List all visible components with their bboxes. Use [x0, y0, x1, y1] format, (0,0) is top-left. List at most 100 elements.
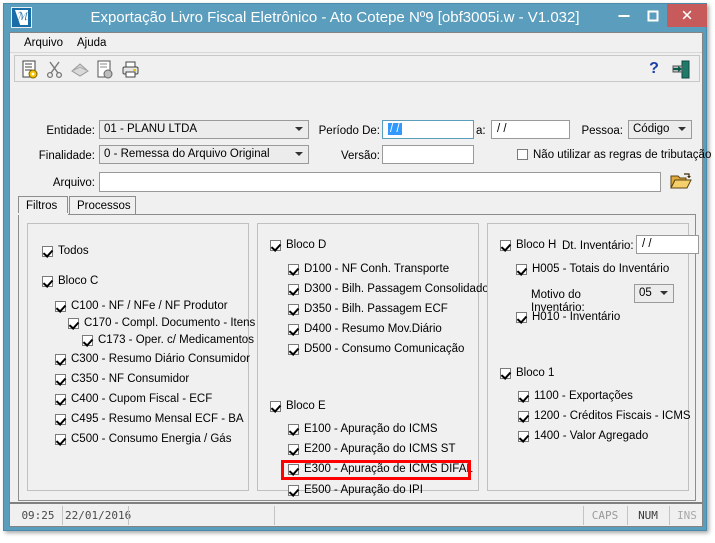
- d500-checkbox[interactable]: [288, 344, 299, 355]
- tab-page-filtros: Todos Bloco C C100 - NF / NFe / NF Produ…: [18, 214, 699, 501]
- status-ins: INS: [677, 509, 697, 522]
- bloco-c-checkbox[interactable]: [42, 276, 53, 287]
- dt-inventario-input[interactable]: / /: [636, 235, 699, 254]
- c350-checkbox[interactable]: [55, 374, 66, 385]
- bloco-e-checkbox[interactable]: [270, 401, 281, 412]
- periodo-a-label: a:: [476, 125, 486, 137]
- close-button[interactable]: ✕: [667, 4, 707, 27]
- status-separator: [62, 506, 63, 525]
- d350-label: D350 - Bilh. Passagem ECF: [304, 303, 448, 315]
- periodo-de-input[interactable]: / /: [382, 120, 474, 139]
- minimize-icon: [618, 14, 629, 17]
- exit-icon[interactable]: [670, 59, 692, 80]
- arquivo-label: Arquivo:: [52, 177, 95, 189]
- close-icon: ✕: [680, 7, 694, 24]
- entidade-label: Entidade:: [46, 125, 95, 137]
- application-window: ℳ Exportação Livro Fiscal Eletrônico - A…: [3, 3, 711, 531]
- bloco-h-checkbox[interactable]: [500, 240, 511, 251]
- help-button[interactable]: ?: [645, 59, 663, 80]
- minimize-button[interactable]: [609, 4, 638, 27]
- c173-label: C173 - Oper. c/ Medicamentos: [98, 334, 254, 346]
- item-1100-label: 1100 - Exportações: [534, 390, 633, 402]
- motivo-inventario-select[interactable]: 05: [634, 284, 674, 303]
- arquivo-input[interactable]: [99, 172, 661, 192]
- nao-utilizar-regras-label: Não utilizar as regras de tributação: [533, 149, 712, 161]
- c500-checkbox[interactable]: [55, 434, 66, 445]
- e300-checkbox[interactable]: [288, 464, 299, 475]
- bloco-h-label: Bloco H: [516, 239, 557, 251]
- bloco-1-label: Bloco 1: [516, 367, 555, 379]
- d100-checkbox[interactable]: [288, 264, 299, 275]
- maximize-button[interactable]: [638, 4, 667, 27]
- c400-checkbox[interactable]: [55, 394, 66, 405]
- item-1400-checkbox[interactable]: [518, 431, 529, 442]
- item-1200-checkbox[interactable]: [518, 411, 529, 422]
- versao-input[interactable]: [382, 145, 474, 164]
- c500-label: C500 - Consumo Energia / Gás: [71, 433, 232, 445]
- menu-item-ajuda[interactable]: Ajuda: [72, 36, 111, 50]
- motivo-inventario-value: 05: [639, 287, 652, 299]
- c495-label: C495 - Resumo Mensal ECF - BA: [71, 413, 244, 425]
- new-icon[interactable]: [19, 59, 41, 80]
- todos-label: Todos: [58, 245, 89, 257]
- maximize-icon: [647, 10, 658, 21]
- panel-bloco-c: Todos Bloco C C100 - NF / NFe / NF Produ…: [27, 223, 255, 491]
- pessoa-select[interactable]: Código: [628, 120, 692, 139]
- toolbar: ?: [14, 55, 700, 82]
- bloco-d-label: Bloco D: [286, 239, 327, 251]
- c100-checkbox[interactable]: [55, 301, 66, 312]
- h005-label: H005 - Totais do Inventário: [532, 263, 670, 275]
- bloco-c-label: Bloco C: [58, 275, 99, 287]
- menu-item-arquivo[interactable]: Arquivo: [19, 36, 68, 50]
- status-separator: [274, 506, 275, 525]
- c173-checkbox[interactable]: [82, 335, 93, 346]
- c100-label: C100 - NF / NFe / NF Produtor: [71, 300, 228, 312]
- c495-checkbox[interactable]: [55, 414, 66, 425]
- status-caps: CAPS: [591, 509, 619, 522]
- pessoa-value: Código: [633, 123, 670, 135]
- chevron-down-icon: [295, 127, 303, 131]
- c170-checkbox[interactable]: [68, 318, 79, 329]
- window-title: Exportação Livro Fiscal Eletrônico - Ato…: [90, 9, 580, 26]
- e200-checkbox[interactable]: [288, 444, 299, 455]
- d100-label: D100 - NF Conh. Transporte: [304, 263, 450, 275]
- c300-label: C300 - Resumo Diário Consumidor: [71, 353, 250, 365]
- h010-checkbox[interactable]: [516, 312, 527, 323]
- nao-utilizar-regras-checkbox[interactable]: [517, 149, 528, 160]
- title-bar: ℳ Exportação Livro Fiscal Eletrônico - A…: [4, 4, 707, 32]
- tab-processos[interactable]: Processos: [69, 196, 136, 215]
- bloco-e-label: Bloco E: [286, 400, 326, 412]
- d300-checkbox[interactable]: [288, 284, 299, 295]
- chevron-down-icon: [678, 127, 686, 131]
- copy-icon[interactable]: [69, 59, 91, 80]
- chevron-down-icon: [660, 291, 668, 295]
- entidade-select[interactable]: 01 - PLANU LTDA: [99, 120, 309, 139]
- item-1400-label: 1400 - Valor Agregado: [534, 430, 649, 442]
- bloco-d-checkbox[interactable]: [270, 240, 281, 251]
- print-icon[interactable]: [119, 59, 141, 80]
- e100-checkbox[interactable]: [288, 424, 299, 435]
- menu-bar: Arquivo Ajuda: [10, 33, 702, 53]
- status-message: [133, 507, 273, 524]
- periodo-ate-value: / /: [497, 123, 507, 135]
- paste-icon[interactable]: [94, 59, 116, 80]
- finalidade-label: Finalidade:: [38, 150, 95, 162]
- item-1100-checkbox[interactable]: [518, 391, 529, 402]
- finalidade-select[interactable]: 0 - Remessa do Arquivo Original: [99, 145, 309, 164]
- c300-checkbox[interactable]: [55, 354, 66, 365]
- status-bar: 09:25 22/01/2016 CAPS NUM INS: [10, 502, 702, 526]
- bloco-1-checkbox[interactable]: [500, 368, 511, 379]
- d350-checkbox[interactable]: [288, 304, 299, 315]
- e500-checkbox[interactable]: [288, 485, 299, 496]
- e500-label: E500 - Apuração do IPI: [304, 484, 423, 496]
- versao-label: Versão:: [341, 150, 380, 162]
- tab-seam: [18, 213, 68, 215]
- h005-checkbox[interactable]: [516, 264, 527, 275]
- d400-checkbox[interactable]: [288, 324, 299, 335]
- todos-checkbox[interactable]: [42, 246, 53, 257]
- open-folder-icon[interactable]: [670, 172, 692, 192]
- item-1200-label: 1200 - Créditos Fiscais - ICMS: [534, 410, 691, 422]
- cut-icon[interactable]: [44, 59, 66, 80]
- pessoa-label: Pessoa:: [581, 125, 623, 137]
- periodo-ate-input[interactable]: / /: [491, 120, 570, 139]
